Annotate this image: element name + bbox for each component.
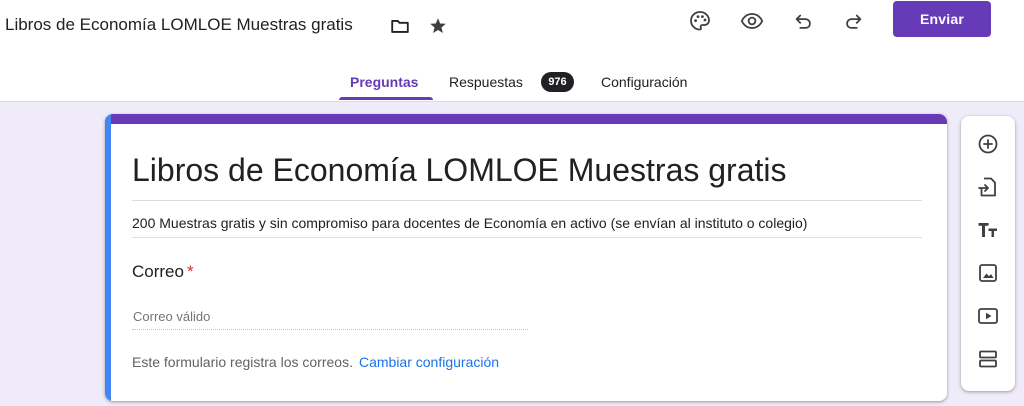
required-asterisk: *	[186, 262, 194, 281]
add-title-button[interactable]	[972, 214, 1004, 246]
change-settings-link[interactable]: Cambiar configuración	[359, 354, 499, 370]
email-collection-notice: Este formulario registra los correos. Cam…	[132, 352, 499, 372]
notice-text: Este formulario registra los correos.	[132, 354, 353, 370]
undo-icon	[795, 14, 811, 29]
move-to-folder-button[interactable]	[386, 12, 414, 40]
active-tab-indicator	[339, 97, 433, 100]
form-title[interactable]: Libros de Economía LOMLOE Muestras grati…	[132, 148, 922, 192]
customize-theme-button[interactable]	[683, 4, 717, 38]
star-button[interactable]	[424, 12, 452, 40]
undo-button[interactable]	[786, 4, 820, 38]
palette-icon	[690, 11, 710, 31]
add-image-icon	[979, 264, 997, 282]
tab-questions[interactable]: Preguntas	[350, 73, 418, 93]
add-video-button[interactable]	[972, 300, 1004, 332]
floating-toolbar	[961, 116, 1015, 391]
email-label-text: Correo	[132, 262, 184, 281]
tab-settings[interactable]: Configuración	[601, 73, 687, 93]
preview-button[interactable]	[735, 4, 769, 38]
add-section-button[interactable]	[972, 343, 1004, 375]
card-focus-indicator	[105, 114, 111, 401]
form-description[interactable]: 200 Muestras gratis y sin compromiso par…	[132, 213, 932, 233]
email-label: Correo *	[132, 260, 194, 284]
form-header-card[interactable]: Libros de Economía LOMLOE Muestras grati…	[105, 114, 947, 401]
card-accent-bar	[105, 114, 947, 124]
add-question-icon	[978, 134, 998, 154]
folder-icon	[391, 20, 409, 33]
add-title-icon	[978, 223, 997, 237]
responses-count-badge: 976	[541, 72, 574, 92]
add-section-icon	[979, 350, 997, 368]
send-button[interactable]: Enviar	[893, 1, 991, 37]
preview-eye-icon	[740, 13, 764, 29]
redo-icon	[846, 14, 862, 29]
top-app-bar: Libros de Economía LOMLOE Muestras grati…	[0, 0, 1024, 102]
import-questions-button[interactable]	[972, 171, 1004, 203]
star-icon	[430, 18, 446, 33]
tab-responses[interactable]: Respuestas	[449, 73, 523, 93]
document-title[interactable]: Libros de Economía LOMLOE Muestras grati…	[5, 13, 380, 37]
add-question-button[interactable]	[972, 128, 1004, 160]
email-field[interactable]	[132, 304, 528, 330]
title-divider	[132, 200, 922, 201]
redo-button[interactable]	[837, 4, 871, 38]
add-image-button[interactable]	[972, 257, 1004, 289]
description-divider	[132, 237, 922, 238]
import-questions-icon	[978, 177, 996, 197]
add-video-icon	[978, 308, 998, 324]
